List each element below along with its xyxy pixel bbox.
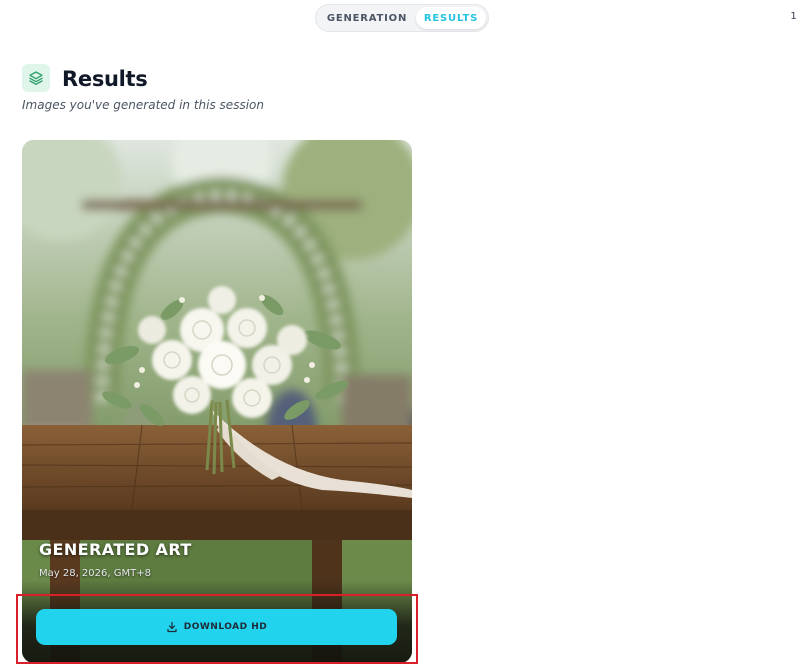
page-title: Results — [62, 67, 148, 91]
top-bar: GENERATION RESULTS 1 r — [0, 0, 800, 34]
tab-generation[interactable]: GENERATION — [318, 7, 416, 29]
download-icon — [167, 621, 177, 633]
corner-text: 1 r — [790, 11, 800, 22]
download-label: DOWNLOAD HD — [183, 622, 268, 632]
layers-icon — [22, 64, 50, 92]
download-hd-button[interactable]: DOWNLOAD HD — [36, 609, 397, 645]
result-card: GENERATED ART May 28, 2026, GMT+8 — [22, 140, 412, 663]
results-page: GENERATION RESULTS 1 r Results Images yo… — [0, 0, 800, 670]
card-title: GENERATED ART — [39, 540, 192, 559]
mode-switch: GENERATION RESULTS — [315, 4, 489, 32]
page-subtitle: Images you've generated in this session — [22, 98, 264, 112]
card-date: May 28, 2026, GMT+8 — [39, 568, 151, 579]
tab-results[interactable]: RESULTS — [416, 7, 486, 29]
